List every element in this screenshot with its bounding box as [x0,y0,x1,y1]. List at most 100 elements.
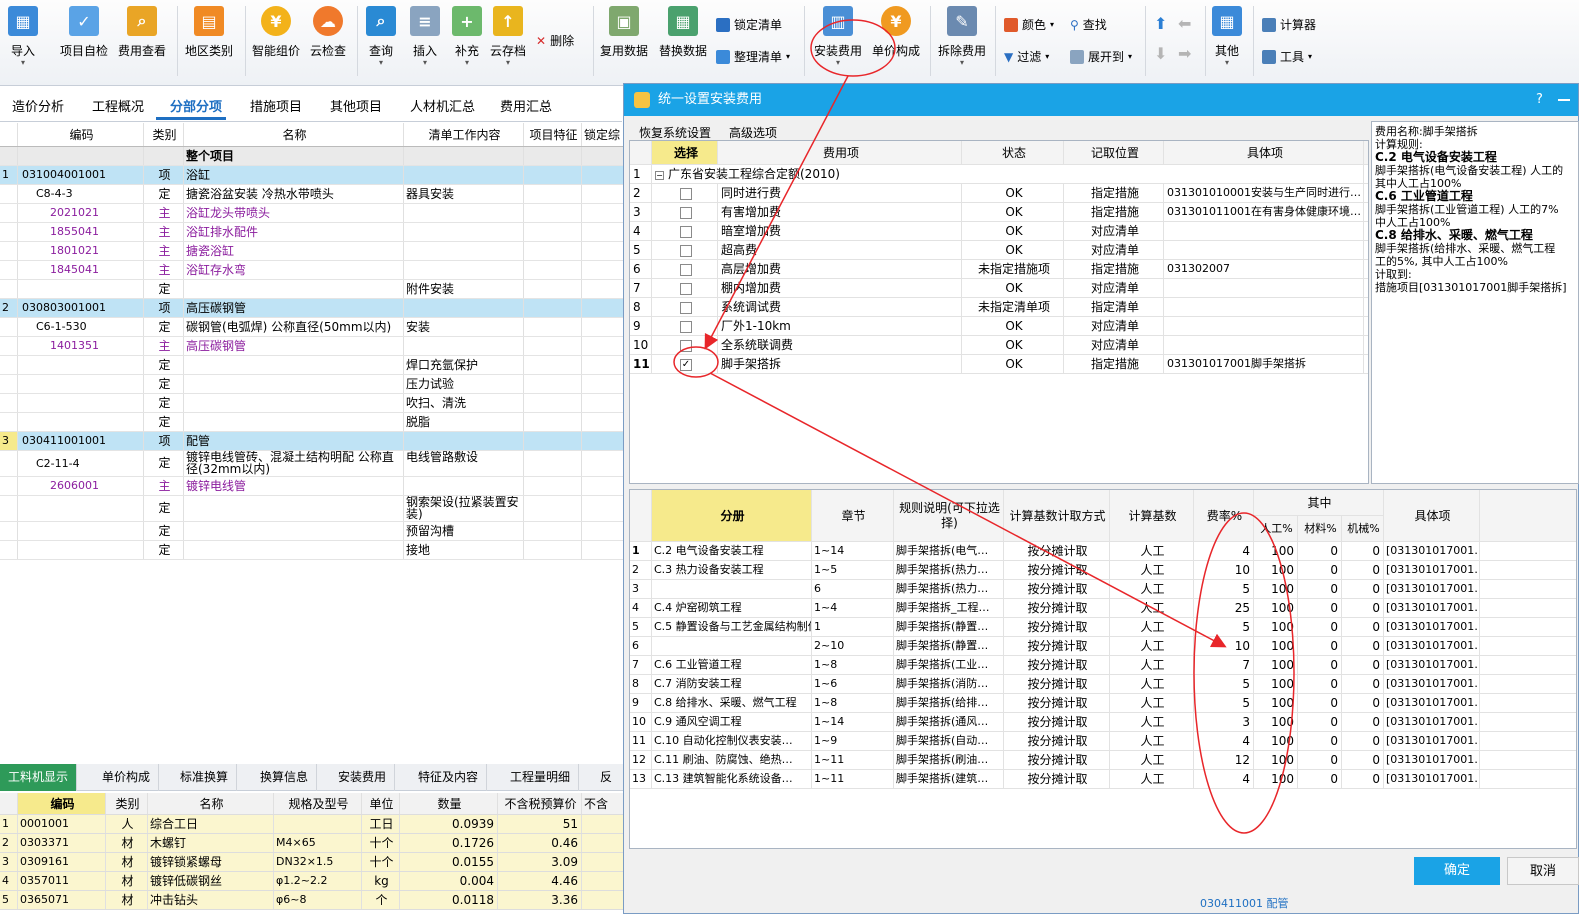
row-method[interactable]: 按分摊计取 [1004,751,1110,769]
table-row[interactable]: 1 0001001 人综合工日 工日 0.0939 51 [0,815,624,834]
fee-item-detail[interactable] [1164,336,1364,354]
table-row[interactable]: 整个项目 [0,147,624,166]
move-up-icon[interactable]: ⬆ [1154,14,1167,33]
table-row[interactable]: C2-11-4 定镀锌电线管砖、混凝土结构明配 公称直径(32mm以内) 电线管路敷… [0,451,624,477]
row-detail[interactable]: [031301017001… [1384,618,1480,636]
col-lock[interactable]: 锁定综 [582,123,624,146]
row-labor-pct[interactable]: 100 [1254,713,1298,731]
bottom-tab[interactable]: 单价构成 [94,764,160,791]
chapter-rate-row[interactable]: 2 C.3 热力设备安装工程 1~5 脚手架搭拆(热力… 按分摊计取 人工 10 100 0 0[… [630,561,1576,580]
table-row[interactable]: 1801021 主搪瓷浴缸 [0,242,624,261]
row-material-pct[interactable]: 0 [1298,656,1342,674]
row-method[interactable]: 按分摊计取 [1004,675,1110,693]
row-rate[interactable]: 10 [1194,561,1254,579]
col-method[interactable]: 计算基数计取方式 [1004,490,1110,541]
select-cell[interactable]: ✓ [652,355,718,373]
split-fee-button[interactable]: ✎ 拆除费用 ▾ [938,6,986,67]
table-row[interactable]: C6-1-530 定碳钢管(电弧焊) 公称直径(50mm以内) 安装 [0,318,624,337]
row-method[interactable]: 按分摊计取 [1004,618,1110,636]
chapter-rate-row[interactable]: 3 6 脚手架搭拆(热力… 按分摊计取 人工 5 100 0 0 [031301017001… [630,580,1576,599]
table-row[interactable]: 1855041 主浴缸排水配件 [0,223,624,242]
row-method[interactable]: 按分摊计取 [1004,656,1110,674]
col-detail-item[interactable]: 具体项 [1384,490,1480,541]
fee-group-row[interactable]: 1 − 广东省安装工程综合定额(2010) [630,165,1368,184]
restore-defaults-menu[interactable]: 恢复系统设置 [639,124,711,141]
row-material-pct[interactable]: 0 [1298,599,1342,617]
row-labor-pct[interactable]: 100 [1254,599,1298,617]
row-detail[interactable]: [031301017001… [1384,542,1480,560]
bottom-tab[interactable]: 标准换算 [172,764,238,791]
row-labor-pct[interactable]: 100 [1254,618,1298,636]
row-material-pct[interactable]: 0 [1298,732,1342,750]
table-row[interactable]: 定 吹扫、清洗 [0,394,624,413]
row-detail[interactable]: [031301017001… [1384,580,1480,598]
expand-to-button[interactable]: 展开到 ▾ [1070,48,1132,65]
table-row[interactable]: 定 接地 [0,541,624,560]
fee-item-position[interactable]: 对应清单 [1064,317,1164,335]
row-labor-pct[interactable]: 100 [1254,751,1298,769]
row-rule[interactable]: 脚手架搭拆(自动… [894,732,1004,750]
row-machine-pct[interactable]: 0 [1342,751,1384,769]
row-material-pct[interactable]: 0 [1298,675,1342,693]
fee-item-position[interactable]: 指定清单 [1064,298,1164,316]
ok-button[interactable]: 确定 [1414,857,1500,885]
row-material-pct[interactable]: 0 [1298,580,1342,598]
row-method[interactable]: 按分摊计取 [1004,599,1110,617]
select-checkbox[interactable] [680,244,692,257]
select-cell[interactable] [652,279,718,297]
table-row[interactable]: C8-4-3 定搪瓷浴盆安装 冷热水带喷头 器具安装 [0,185,624,204]
tab-labor-material-summary[interactable]: 人材机汇总 [410,96,475,115]
self-check-button[interactable]: ✓ 项目自检 [60,6,108,59]
col-unit[interactable]: 单位 [362,793,400,814]
select-cell[interactable] [652,184,718,202]
row-detail[interactable]: [031301017001… [1384,561,1480,579]
col-rate[interactable]: 费率% [1194,490,1254,541]
fee-item-detail[interactable] [1164,222,1364,240]
row-machine-pct[interactable]: 0 [1342,618,1384,636]
calculator-button[interactable]: 计算器 [1262,16,1316,33]
fee-item-position[interactable]: 对应清单 [1064,241,1164,259]
select-cell[interactable] [652,336,718,354]
move-right-icon[interactable]: ➡ [1178,44,1191,63]
select-checkbox[interactable] [680,320,692,333]
row-rate[interactable]: 3 [1194,713,1254,731]
row-machine-pct[interactable]: 0 [1342,713,1384,731]
fee-item-position[interactable]: 对应清单 [1064,279,1164,297]
chapter-rate-row[interactable]: 5C.5 静置设备与工艺金属结构制作安装工程1脚手架搭拆(静置…按分摊计取人工5… [630,618,1576,637]
chapter-rate-row[interactable]: 1 C.2 电气设备安装工程 1~14 脚手架搭拆(电气… 按分摊计取 人工 4 100 0 0[… [630,542,1576,561]
bottom-tab[interactable]: 特征及内容 [410,764,488,791]
row-labor-pct[interactable]: 100 [1254,656,1298,674]
chapter-rate-row[interactable]: 4 C.4 炉窑砌筑工程 1~4 脚手架搭拆_工程… 按分摊计取 人工 25 100 0 0 [03… [630,599,1576,618]
chapter-rate-row[interactable]: 12 C.11 刷油、防腐蚀、绝热… 1~11 脚手架搭拆(刷油… 按分摊计取 人工 12 1… [630,751,1576,770]
row-material-pct[interactable]: 0 [1298,637,1342,655]
select-checkbox[interactable] [680,187,692,200]
row-rule[interactable]: 脚手架搭拆(刷油… [894,751,1004,769]
row-detail[interactable]: [031301017001… [1384,656,1480,674]
chapter-rate-row[interactable]: 10 C.9 通风空调工程 1~14 脚手架搭拆(通风… 按分摊计取 人工 3 100 0 0 [0… [630,713,1576,732]
fee-item-position[interactable]: 指定措施 [1064,184,1164,202]
row-machine-pct[interactable]: 0 [1342,599,1384,617]
table-row[interactable]: 2 030803001001 项高压碳钢管 [0,299,624,318]
chapter-rate-row[interactable]: 8 C.7 消防安装工程 1~6 脚手架搭拆(消防… 按分摊计取 人工 5 100 0 0 [031… [630,675,1576,694]
tools-button[interactable]: 工具 ▾ [1262,48,1312,65]
table-row[interactable]: 定 压力试验 [0,375,624,394]
table-row[interactable]: 定 脱脂 [0,413,624,432]
chapter-rate-row[interactable]: 13 C.13 建筑智能化系统设备… 1~11 脚手架搭拆(建筑… 按分摊计取 人工 4 10… [630,770,1576,789]
chapter-rate-row[interactable]: 9 C.8 给排水、采暖、燃气工程 1~8 脚手架搭拆(给排… 按分摊计取 人工 5 100 0… [630,694,1576,713]
select-checkbox[interactable]: ✓ [680,358,692,371]
col-pretax-more[interactable]: 不含 [582,793,624,814]
row-rate[interactable]: 25 [1194,599,1254,617]
tab-other-items[interactable]: 其他项目 [330,96,382,115]
select-checkbox[interactable] [680,282,692,295]
row-machine-pct[interactable]: 0 [1342,542,1384,560]
select-checkbox[interactable] [680,263,692,276]
tab-fee-summary[interactable]: 费用汇总 [500,96,552,115]
select-checkbox[interactable] [680,225,692,238]
fee-item-position[interactable]: 对应清单 [1064,336,1164,354]
other-button[interactable]: ▦ 其他 ▾ [1212,6,1242,67]
col-feature[interactable]: 项目特征 [524,123,582,146]
row-method[interactable]: 按分摊计取 [1004,694,1110,712]
fee-item-detail[interactable] [1164,279,1364,297]
select-checkbox[interactable] [680,301,692,314]
row-rule[interactable]: 脚手架搭拆(静置… [894,618,1004,636]
